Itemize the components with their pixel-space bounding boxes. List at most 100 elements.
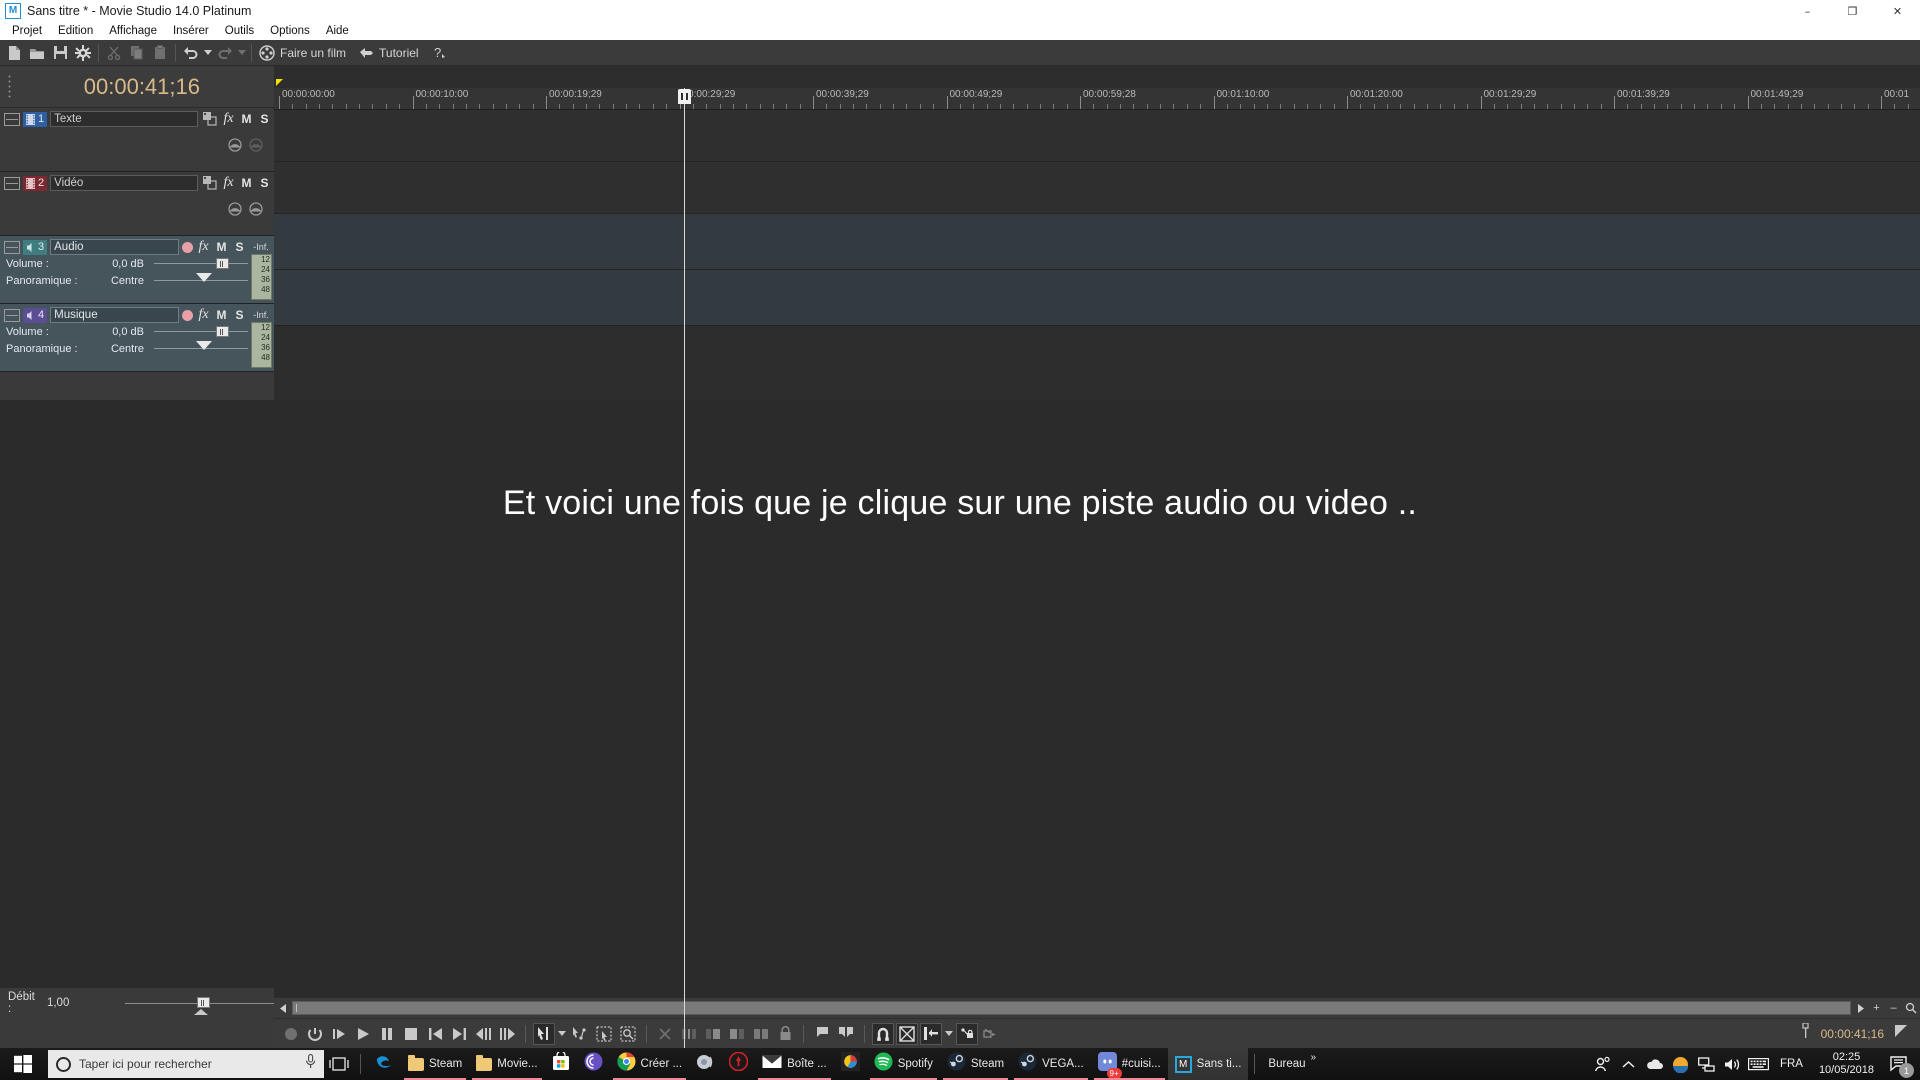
pan-thumb[interactable] (196, 273, 212, 282)
ignore-grouping-button[interactable] (980, 1023, 1002, 1045)
taskbar-item-antivirus[interactable] (722, 1048, 755, 1080)
track-2-fx-button[interactable]: fx (221, 175, 236, 191)
scroll-left-arrow-icon[interactable] (276, 1000, 290, 1016)
play-from-start-button[interactable] (328, 1023, 350, 1045)
play-button[interactable] (352, 1023, 374, 1045)
track-header-2[interactable]: 2 Vidéo fx M S (0, 172, 274, 236)
playhead-handle[interactable] (678, 89, 691, 104)
taskbar-item-movie-folder[interactable]: Movie... (469, 1048, 544, 1080)
taskbar-item-mail[interactable]: Boîte ... (755, 1048, 834, 1080)
notification-center-button[interactable]: 1 (1882, 1048, 1916, 1080)
timecode-display[interactable]: 00:00:41;16 (0, 66, 274, 108)
maximize-button[interactable]: ❐ (1830, 0, 1875, 22)
taskbar-item-photo-app[interactable] (834, 1048, 867, 1080)
menu-aide[interactable]: Aide (318, 24, 357, 38)
trim-start-tool-button[interactable] (702, 1023, 724, 1045)
previous-frame-button[interactable] (472, 1023, 494, 1045)
collapse-track-icon[interactable] (4, 241, 20, 254)
snap-button[interactable] (872, 1023, 894, 1045)
trim-end-tool-button[interactable] (726, 1023, 748, 1045)
auto-ripple-dropdown[interactable] (944, 1023, 954, 1045)
pan-thumb[interactable] (196, 341, 212, 350)
lock-tool-button[interactable] (774, 1023, 796, 1045)
taskbar-item-bittorrent[interactable] (577, 1048, 610, 1080)
track-1-number-badge[interactable]: 1 (23, 112, 47, 127)
record-button[interactable] (280, 1023, 302, 1045)
track-3-name-input[interactable]: Audio (50, 239, 179, 255)
onedrive-icon[interactable] (1642, 1048, 1668, 1080)
crop-tool-button[interactable] (750, 1023, 772, 1045)
close-tool-button[interactable] (654, 1023, 676, 1045)
rate-slider[interactable] (125, 993, 274, 1013)
menu-inserer[interactable]: Insérer (165, 24, 217, 38)
track-3-arm-record-button[interactable] (182, 242, 193, 253)
slider-thumb[interactable] (216, 258, 229, 269)
network-icon[interactable] (1694, 1048, 1720, 1080)
track-1-compositing-icon[interactable] (201, 111, 218, 127)
auto-ripple-button[interactable] (920, 1023, 942, 1045)
track-2-compositing-icon[interactable] (201, 175, 218, 191)
lock-envelopes-button[interactable] (956, 1023, 978, 1045)
track-4-name-input[interactable]: Musique (50, 307, 179, 323)
track-1-fade-icon[interactable] (226, 137, 243, 153)
clock[interactable]: 02:25 10/05/2018 (1811, 1051, 1882, 1077)
timeline-scrollbar[interactable]: + – (274, 998, 1920, 1018)
go-to-start-button[interactable] (424, 1023, 446, 1045)
track-header-3[interactable]: 3 Audio fx M S -Inf. Volume : 0,0 dB (0, 236, 274, 304)
taskbar-item-store[interactable] (545, 1048, 577, 1080)
task-view-icon[interactable] (324, 1048, 354, 1080)
start-button[interactable] (0, 1048, 46, 1080)
track-2-solo-button[interactable]: S (257, 176, 272, 190)
taskbar-item-edge[interactable] (367, 1048, 401, 1080)
track-1-solo-button[interactable]: S (257, 112, 272, 126)
track-4-arm-record-button[interactable] (182, 310, 193, 321)
preview-area[interactable]: Et voici une fois que je clique sur une … (0, 400, 1920, 1018)
collapse-track-icon[interactable] (4, 113, 20, 126)
track-3-number-badge[interactable]: 3 (23, 240, 47, 255)
track-1-fx-button[interactable]: fx (221, 111, 236, 127)
scroll-thumb[interactable] (292, 1001, 1851, 1015)
zoom-edit-tool-button[interactable] (617, 1023, 639, 1045)
menu-options[interactable]: Options (262, 24, 318, 38)
region-button[interactable] (835, 1023, 857, 1045)
marker-button[interactable] (811, 1023, 833, 1045)
undo-icon[interactable] (180, 42, 202, 64)
track-2-name-input[interactable]: Vidéo (50, 175, 198, 191)
menu-outils[interactable]: Outils (217, 24, 262, 38)
normal-edit-tool-button[interactable] (533, 1023, 555, 1045)
taskbar-item-steam[interactable]: Steam (940, 1048, 1011, 1080)
people-icon[interactable] (1590, 1048, 1616, 1080)
search-input[interactable]: Taper ici pour rechercher (79, 1057, 297, 1071)
search-box[interactable]: Taper ici pour rechercher (48, 1050, 324, 1078)
collapse-track-icon[interactable] (4, 309, 20, 322)
weather-icon[interactable] (1668, 1048, 1694, 1080)
taskbar-item-spotify[interactable]: Spotify (867, 1048, 940, 1080)
keyboard-icon[interactable] (1746, 1048, 1772, 1080)
track-2-mute-button[interactable]: M (239, 176, 254, 190)
track-4-volume-slider[interactable] (154, 323, 248, 340)
track-1-name-input[interactable]: Texte (50, 111, 198, 127)
copy-icon[interactable] (126, 42, 148, 64)
taskbar-item-movie-studio[interactable]: M Sans ti... (1168, 1048, 1249, 1080)
tutorial-button[interactable]: Tutoriel (355, 42, 427, 64)
track-2-fade-icon[interactable] (226, 201, 243, 217)
minimize-button[interactable]: – (1785, 0, 1830, 22)
menu-edition[interactable]: Edition (50, 24, 101, 38)
track-4-number-badge[interactable]: 4 (23, 308, 47, 323)
redo-dropdown-icon[interactable] (237, 42, 247, 64)
help-icon[interactable]: ? (428, 42, 450, 64)
track-4-pan-slider[interactable] (154, 340, 248, 357)
envelope-edit-tool-button[interactable] (569, 1023, 591, 1045)
new-project-icon[interactable] (3, 42, 25, 64)
track-1-opacity-icon[interactable] (247, 137, 264, 153)
project-properties-icon[interactable] (72, 42, 94, 64)
crossfade-button[interactable] (896, 1023, 918, 1045)
stop-button[interactable] (400, 1023, 422, 1045)
track-4-mute-button[interactable]: M (214, 308, 229, 322)
slider-thumb[interactable] (216, 326, 229, 337)
show-hidden-icons-chevron-icon[interactable] (1616, 1048, 1642, 1080)
collapse-track-icon[interactable] (4, 177, 20, 190)
taskbar-item-vegas[interactable]: VEGA... (1011, 1048, 1091, 1080)
zoom-out-button[interactable]: – (1886, 1000, 1901, 1016)
next-frame-button[interactable] (496, 1023, 518, 1045)
